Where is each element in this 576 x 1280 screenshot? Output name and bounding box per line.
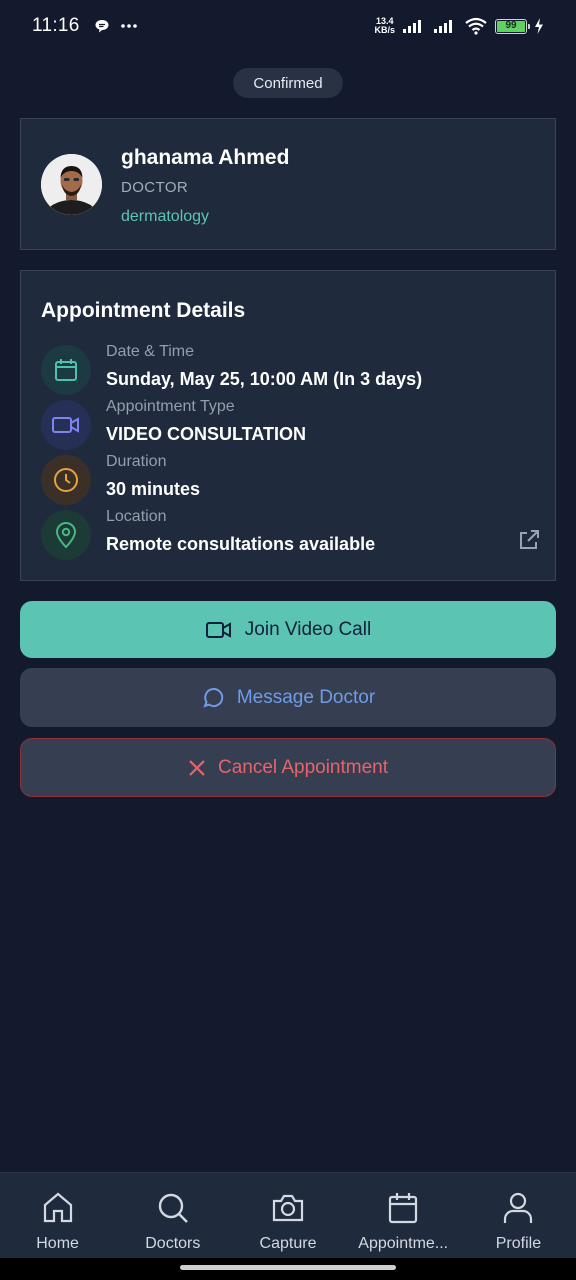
join-video-call-label: Join Video Call <box>244 618 372 640</box>
nav-label: Home <box>36 1235 79 1252</box>
charging-icon <box>535 18 543 34</box>
camera-icon <box>272 1194 304 1222</box>
wifi-icon <box>465 17 487 35</box>
search-icon <box>158 1193 188 1223</box>
clock-icon <box>41 455 91 505</box>
battery-icon: 99 <box>495 18 530 34</box>
status-bar: 11:16 13.4 KB/s 99 <box>0 0 576 52</box>
map-pin-icon <box>41 510 91 560</box>
detail-value: VIDEO CONSULTATION <box>106 424 306 444</box>
detail-value: Sunday, May 25, 10:00 AM (In 3 days) <box>106 369 423 389</box>
home-indicator[interactable] <box>180 1265 396 1270</box>
nav-item-capture[interactable]: Capture <box>230 1173 345 1258</box>
status-system-icons: 13.4 KB/s 99 <box>374 17 544 35</box>
message-doctor-button[interactable]: Message Doctor <box>20 668 556 727</box>
chat-bubble-icon <box>95 20 109 33</box>
nav-item-profile[interactable]: Profile <box>461 1173 576 1258</box>
net-speed: 13.4 KB/s <box>374 16 395 35</box>
calendar-icon <box>41 345 91 395</box>
external-link-icon[interactable] <box>517 528 541 552</box>
appointment-status-badge: Confirmed <box>233 68 343 98</box>
doctor-card: ghanama Ahmed DOCTOR dermatology <box>20 118 556 250</box>
detail-date-time: Date & Time Sunday, May 25, 10:00 AM (In… <box>41 343 541 395</box>
detail-label: Appointment Type <box>106 398 235 415</box>
nav-label: Capture <box>259 1235 317 1252</box>
detail-label: Location <box>106 508 167 525</box>
nav-label: Profile <box>495 1235 542 1252</box>
bottom-navigation: Home Doctors Capture Appointme... Profil… <box>0 1172 576 1258</box>
message-bubble-icon <box>203 687 224 708</box>
doctor-avatar <box>41 154 102 215</box>
cancel-appointment-button[interactable]: Cancel Appointment <box>20 738 556 797</box>
join-video-call-button[interactable]: Join Video Call <box>20 601 556 658</box>
screen: 11:16 13.4 KB/s 99 Confirmed ghanama Ahm… <box>0 0 576 1280</box>
signal-icon <box>403 20 421 33</box>
nav-item-home[interactable]: Home <box>0 1173 115 1258</box>
status-time: 11:16 <box>32 15 80 36</box>
close-icon <box>189 759 205 776</box>
message-doctor-label: Message Doctor <box>236 686 376 708</box>
battery-level: 99 <box>497 20 525 32</box>
details-title: Appointment Details <box>41 299 246 322</box>
detail-label: Duration <box>106 453 167 470</box>
detail-appointment-type: Appointment Type VIDEO CONSULTATION <box>41 398 541 450</box>
detail-value: 30 minutes <box>106 479 201 499</box>
doctor-specialty: dermatology <box>121 208 210 225</box>
nav-item-appointments[interactable]: Appointme... <box>346 1173 461 1258</box>
appointment-details-card: Appointment Details Date & Time Sunday, … <box>20 270 556 581</box>
signal-icon <box>434 20 452 33</box>
gesture-bar <box>0 1258 576 1280</box>
cancel-appointment-label: Cancel Appointment <box>217 756 389 778</box>
detail-value: Remote consultations available <box>106 534 376 554</box>
doctor-role: DOCTOR <box>121 179 189 196</box>
detail-location: Location Remote consultations available <box>41 508 541 560</box>
nav-label: Appointme... <box>358 1235 449 1252</box>
user-icon <box>504 1192 533 1223</box>
doctor-name: ghanama Ahmed <box>121 146 290 169</box>
video-camera-icon <box>41 400 91 450</box>
detail-duration: Duration 30 minutes <box>41 453 541 505</box>
home-icon <box>43 1192 72 1223</box>
nav-item-doctors[interactable]: Doctors <box>115 1173 230 1258</box>
more-dots-icon <box>120 24 137 28</box>
nav-label: Doctors <box>145 1235 201 1252</box>
status-notification-icons <box>94 18 138 34</box>
detail-label: Date & Time <box>106 343 195 360</box>
video-camera-icon <box>205 621 231 638</box>
calendar-icon <box>389 1193 418 1224</box>
